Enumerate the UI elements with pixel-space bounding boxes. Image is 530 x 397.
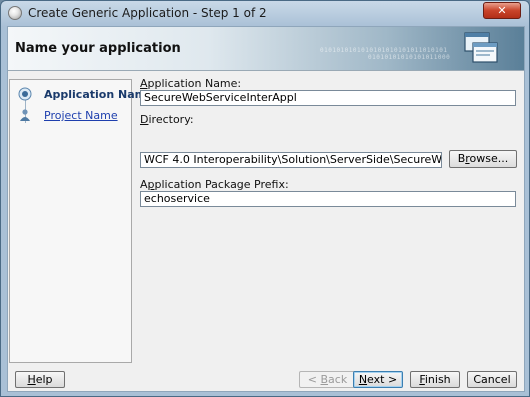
binary-decoration: 0101010101010101010101011010101	[320, 47, 448, 54]
step-label: Project Name	[44, 109, 118, 122]
package-prefix-input[interactable]: echoservice	[140, 191, 516, 207]
binary-decoration-2: 01010101010101011000	[368, 54, 451, 61]
package-prefix-label: Application Package Prefix:	[140, 178, 289, 191]
cancel-button[interactable]: Cancel	[467, 371, 517, 388]
window-title: Create Generic Application - Step 1 of 2	[28, 6, 267, 20]
step-active-marker-icon	[18, 87, 32, 101]
application-windows-icon	[464, 32, 498, 63]
app-name-label: Application Name:	[140, 77, 242, 90]
browse-button[interactable]: Browse...	[449, 150, 517, 168]
dialog-window: Create Generic Application - Step 1 of 2…	[0, 0, 530, 397]
app-name-input[interactable]: SecureWebServiceInterAppl	[140, 90, 516, 106]
back-button[interactable]: < Back	[299, 371, 356, 388]
button-bar: Help < Back Next > Finish Cancel	[8, 365, 524, 391]
wizard-header: Name your application 010101010101010101…	[8, 27, 524, 71]
dialog-body: Name your application 010101010101010101…	[7, 26, 525, 392]
directory-label: Directory:	[140, 113, 194, 126]
help-button[interactable]: Help	[15, 371, 65, 388]
title-bar[interactable]: Create Generic Application - Step 1 of 2…	[1, 1, 529, 27]
step-label: Application Name	[44, 88, 154, 101]
page-title: Name your application	[15, 41, 181, 56]
finish-button[interactable]: Finish	[410, 371, 460, 388]
wizard-steps-panel: Application Name Project Name	[9, 79, 154, 363]
java-cup-icon	[8, 6, 22, 20]
next-button[interactable]: Next >	[353, 371, 403, 388]
close-button[interactable]: ✕	[483, 2, 521, 19]
step-person-icon	[20, 109, 30, 121]
directory-input[interactable]: WCF 4.0 Interoperability\Solution\Server…	[140, 152, 442, 168]
